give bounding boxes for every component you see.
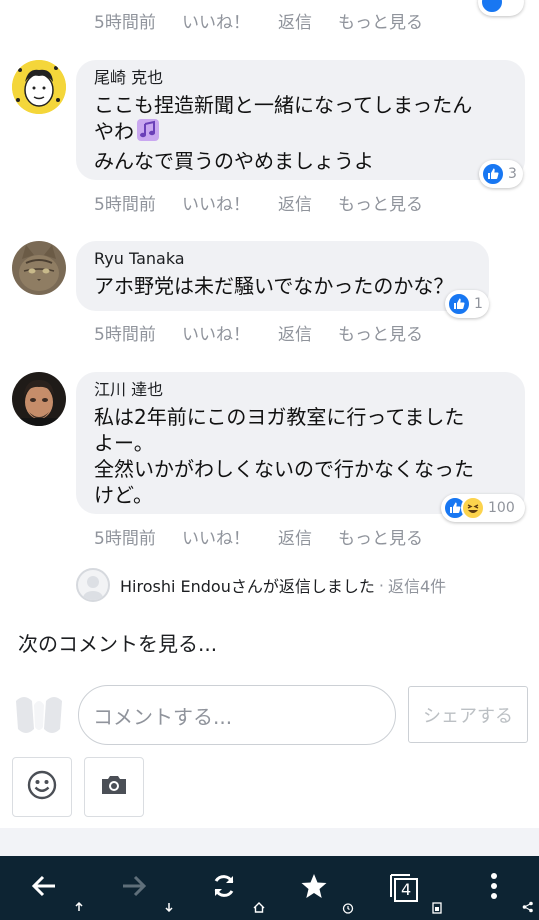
share-button[interactable]: シェアする bbox=[408, 686, 528, 743]
timestamp: 5時間前 bbox=[94, 325, 156, 345]
reaction-count: 1 bbox=[474, 296, 483, 312]
avatar[interactable] bbox=[12, 372, 66, 426]
star-icon bbox=[300, 872, 328, 904]
comment-line: やわ bbox=[94, 118, 507, 148]
share-icon[interactable] bbox=[522, 901, 534, 916]
tabs-button[interactable]: 4 bbox=[380, 856, 428, 920]
comment-line: ここも捏造新聞と一緒になってしまったん bbox=[94, 93, 473, 117]
comment-bubble[interactable]: 尾崎 克也 ここも捏造新聞と一緒になってしまったん やわ みんなで買うのやめまし… bbox=[76, 60, 525, 180]
camera-icon bbox=[100, 774, 128, 800]
comment-actions: 5時間前 いいね！ 返信 もっと見る bbox=[94, 190, 423, 215]
comment-line: 私は2年前にこのヨガ教室に行ってました bbox=[94, 405, 465, 429]
like-icon bbox=[480, 0, 504, 14]
avatar[interactable] bbox=[12, 241, 66, 295]
timestamp: 5時間前 bbox=[94, 195, 156, 215]
forward-button[interactable] bbox=[110, 856, 158, 920]
reaction-badge[interactable]: 1 bbox=[445, 290, 489, 318]
like-link[interactable]: いいね！ bbox=[182, 8, 278, 33]
page-icon[interactable] bbox=[432, 902, 442, 917]
reaction-badge[interactable]: 3 bbox=[479, 160, 523, 188]
timestamp: 5時間前 bbox=[94, 529, 156, 549]
comment-actions-previous: 5時間前 いいね！ 返信 もっと見る bbox=[94, 8, 423, 33]
alarm-icon[interactable] bbox=[342, 902, 354, 917]
reply-link[interactable]: 返信 bbox=[278, 190, 338, 215]
comment-line: アホ野党は未だ騒いでなかったのかな？ bbox=[94, 274, 454, 298]
smiley-icon bbox=[27, 770, 57, 804]
comment-text: ここも捏造新聞と一緒になってしまったん やわ みんなで買うのやめましょうよ bbox=[94, 92, 507, 174]
comment-actions: 5時間前 いいね！ 返信 もっと見る bbox=[94, 524, 423, 549]
comment-text: アホ野党は未だ騒いでなかったのかな？ bbox=[94, 273, 471, 299]
menu-button[interactable] bbox=[470, 856, 518, 920]
bookmark-button[interactable] bbox=[290, 856, 338, 920]
tab-count: 4 bbox=[401, 880, 412, 899]
reaction-count: 3 bbox=[508, 166, 517, 182]
tabs-icon: 4 bbox=[388, 873, 420, 903]
comment-author[interactable]: 江川 達也 bbox=[94, 380, 507, 400]
camera-button[interactable] bbox=[84, 757, 144, 817]
page-footer-strip bbox=[0, 828, 539, 856]
home-icon[interactable] bbox=[253, 902, 265, 916]
comment-line: 全然いかがわしくないので行かなくなった bbox=[94, 457, 474, 481]
more-link[interactable]: もっと見る bbox=[338, 190, 423, 215]
comment-line: みんなで買うのやめましょうよ bbox=[94, 149, 374, 173]
avatar[interactable] bbox=[12, 60, 66, 114]
like-link[interactable]: いいね！ bbox=[182, 524, 278, 549]
separator: · bbox=[378, 575, 384, 595]
like-icon bbox=[481, 162, 505, 186]
reply-summary[interactable]: Hiroshi Endouさんが返信しました · 返信4件 bbox=[76, 568, 446, 602]
comment-bubble[interactable]: 江川 達也 私は2年前にこのヨガ教室に行ってました よー。 全然いかがわしくない… bbox=[76, 372, 525, 514]
like-icon bbox=[447, 292, 471, 316]
comment-author[interactable]: 尾崎 克也 bbox=[94, 68, 507, 88]
scroll-up-icon[interactable] bbox=[74, 901, 84, 915]
music-note-icon bbox=[136, 118, 160, 148]
avatar bbox=[76, 568, 110, 602]
timestamp: 5時間前 bbox=[94, 13, 156, 33]
back-arrow-icon bbox=[31, 875, 57, 901]
more-link[interactable]: もっと見る bbox=[338, 8, 423, 33]
comment-author[interactable]: Ryu Tanaka bbox=[94, 249, 471, 269]
next-comments-link[interactable]: 次のコメントを見る... bbox=[18, 628, 217, 657]
more-vertical-icon bbox=[490, 872, 498, 904]
browser-toolbar: 4 bbox=[0, 856, 539, 920]
forward-arrow-icon bbox=[121, 875, 147, 901]
scroll-down-icon[interactable] bbox=[164, 902, 174, 915]
emoji-button[interactable] bbox=[12, 757, 72, 817]
reaction-count: 100 bbox=[488, 500, 515, 516]
reply-link[interactable]: 返信 bbox=[278, 320, 338, 345]
comment-text: 私は2年前にこのヨガ教室に行ってました よー。 全然いかがわしくないので行かなく… bbox=[94, 404, 507, 508]
reply-link[interactable]: 返信 bbox=[278, 524, 338, 549]
more-link[interactable]: もっと見る bbox=[338, 524, 423, 549]
back-button[interactable] bbox=[20, 856, 68, 920]
haha-icon bbox=[461, 496, 485, 520]
reload-button[interactable] bbox=[200, 856, 248, 920]
reply-summary-text[interactable]: Hiroshi Endouさんが返信しました bbox=[120, 573, 375, 597]
default-avatar-icon bbox=[12, 693, 66, 739]
more-link[interactable]: もっと見る bbox=[338, 320, 423, 345]
reload-icon bbox=[211, 873, 237, 903]
like-link[interactable]: いいね！ bbox=[182, 190, 278, 215]
reply-link[interactable]: 返信 bbox=[278, 8, 338, 33]
reaction-badge[interactable]: 100 bbox=[441, 494, 525, 522]
comment-line: よー。 bbox=[94, 431, 154, 455]
comment-actions: 5時間前 いいね！ 返信 もっと見る bbox=[94, 320, 423, 345]
comment-bubble[interactable]: Ryu Tanaka アホ野党は未だ騒いでなかったのかな？ bbox=[76, 241, 489, 311]
reply-count[interactable]: 返信4件 bbox=[388, 573, 446, 597]
reaction-badge-previous[interactable] bbox=[478, 0, 524, 16]
like-link[interactable]: いいね！ bbox=[182, 320, 278, 345]
comment-input[interactable]: コメントする... bbox=[78, 685, 396, 745]
comment-composer: コメントする... シェアする bbox=[0, 685, 539, 750]
